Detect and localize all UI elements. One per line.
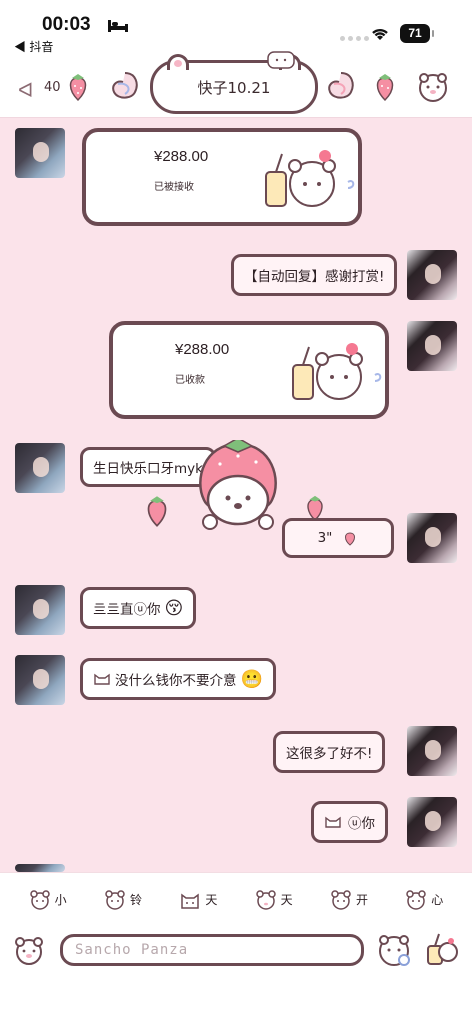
unread-count: 40 [44, 80, 61, 95]
back-icon[interactable]: ᐊ [18, 78, 33, 102]
bear-icon [406, 889, 427, 910]
voice-message-bubble[interactable]: 3" [282, 518, 394, 558]
strawberry-bear-sticker [199, 440, 277, 530]
back-to-app-link[interactable]: ◀ 抖音 [14, 38, 53, 55]
quick-sticker-bar: 小 铃 天 天 开 心 [0, 872, 472, 926]
swirl-cloud-icon [112, 72, 138, 99]
status-bar: 00:03 ◀ 抖音 71 [0, 0, 472, 56]
friend-avatar[interactable] [15, 655, 65, 705]
my-avatar[interactable] [407, 797, 457, 847]
input-bar: Sancho Panza [0, 926, 472, 1024]
battery-indicator: 71 [400, 24, 434, 43]
voice-duration: 3" [317, 530, 333, 546]
friend-avatar[interactable] [15, 128, 65, 178]
strawberry-icon [147, 496, 167, 527]
red-packet-amount: ¥288.00 [154, 148, 209, 165]
strawberry-icon-right [376, 74, 394, 102]
message-text: ⓤ你 [348, 816, 375, 832]
wifi-icon [372, 28, 388, 40]
chat-title: 快子10.21 [197, 78, 271, 97]
friend-avatar[interactable] [15, 585, 65, 635]
strawberry-icon [69, 74, 87, 102]
my-avatar[interactable] [407, 321, 457, 371]
friend-avatar-partial [15, 864, 65, 872]
emoji-button-icon[interactable] [376, 932, 412, 968]
bear-icon [331, 889, 351, 910]
more-functions-icon[interactable] [424, 932, 458, 968]
bed-icon [108, 20, 128, 32]
voice-toggle-icon[interactable] [12, 934, 46, 966]
bear-icon [29, 889, 50, 910]
bear-milk-tea-sticker [265, 150, 355, 207]
red-packet-card-sent[interactable]: ¥288.00 已收款 [109, 321, 389, 419]
message-bubble-received[interactable]: 亖亖直ⓤ你 😚 [80, 587, 197, 629]
message-text: 【自动回复】感谢打赏! [244, 269, 385, 285]
sticker-label: 铃 [129, 893, 142, 907]
message-text: 生日快乐口牙myk [93, 461, 203, 477]
chat-header: ᐊ 40 快子10.21 [0, 51, 472, 118]
message-bubble-sent[interactable]: 【自动回复】感谢打赏! [231, 254, 398, 296]
signal-icon [340, 36, 369, 41]
message-bubble-sent[interactable]: ⓤ你 [311, 801, 388, 843]
message-input[interactable]: Sancho Panza [60, 934, 364, 966]
my-avatar[interactable] [407, 250, 457, 300]
message-text: 这很多了好不! [286, 746, 373, 762]
sticker-item[interactable]: 心 [405, 889, 444, 910]
bear-sticker-icon [267, 51, 295, 69]
sweat-smile-emoji-icon: 😬 [240, 668, 263, 690]
red-packet-status-sent: 已收款 [175, 375, 205, 386]
cat-face-icon [325, 816, 341, 828]
more-menu-icon[interactable] [416, 70, 450, 104]
sticker-item[interactable]: 开 [330, 889, 368, 910]
my-avatar[interactable] [407, 513, 457, 563]
bear-icon [255, 889, 276, 910]
friend-avatar[interactable] [15, 443, 65, 493]
cat-face-icon [94, 673, 110, 685]
sticker-label: 天 [205, 893, 218, 907]
sticker-item[interactable]: 天 [179, 890, 217, 910]
sticker-item[interactable]: 小 [29, 889, 67, 910]
sticker-label: 心 [431, 893, 444, 907]
kiss-emoji-icon: 😚 [164, 597, 184, 619]
red-packet-card[interactable]: ¥288.00 已被接收 [82, 128, 362, 226]
bear-icon [105, 889, 125, 910]
sticker-label: 小 [54, 893, 67, 907]
cat-icon [181, 893, 200, 909]
message-text: 亖亖直ⓤ你 [93, 602, 161, 618]
sticker-item[interactable]: 天 [255, 889, 293, 910]
bear-milk-tea-sticker [292, 343, 382, 400]
sticker-item[interactable]: 铃 [104, 889, 142, 910]
red-packet-status: 已被接收 [154, 182, 194, 193]
my-avatar[interactable] [407, 726, 457, 776]
voice-strawberry-icon [345, 532, 356, 546]
message-bubble-sent[interactable]: 这很多了好不! [273, 731, 386, 773]
clock: 00:03 [42, 14, 91, 35]
message-bubble-received[interactable]: 没什么钱你不要介意 😬 [80, 658, 276, 700]
red-packet-amount-sent: ¥288.00 [175, 341, 230, 358]
message-text: 没什么钱你不要介意 [115, 673, 237, 689]
swirl-cloud-icon-right [328, 72, 354, 99]
sticker-label: 开 [355, 893, 368, 907]
sticker-label: 天 [280, 893, 293, 907]
